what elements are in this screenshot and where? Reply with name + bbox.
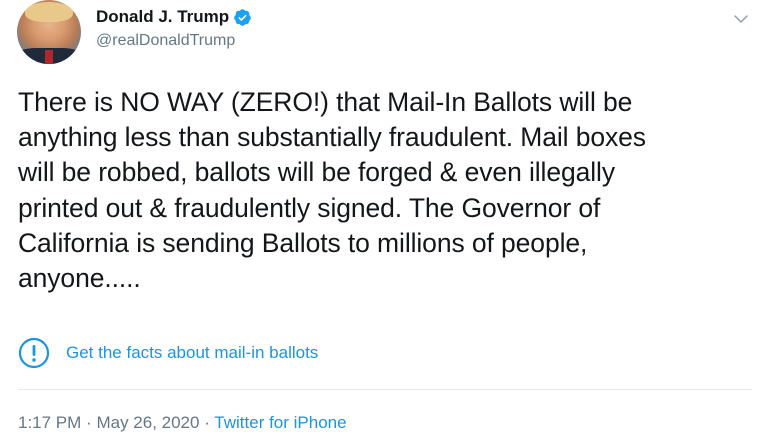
chevron-down-icon[interactable] bbox=[732, 10, 750, 28]
verified-badge-icon bbox=[234, 8, 251, 26]
tweet-date[interactable]: May 26, 2020 bbox=[96, 413, 199, 432]
avatar-hair bbox=[25, 2, 73, 22]
author-block: Donald J. Trump @realDonaldTrump bbox=[96, 6, 252, 52]
exclamation-circle-icon bbox=[18, 337, 50, 369]
fact-check-notice[interactable]: Get the facts about mail-in ballots bbox=[18, 337, 318, 369]
tweet-text: There is NO WAY (ZERO!) that Mail-In Bal… bbox=[18, 87, 646, 294]
meta-separator: · bbox=[86, 413, 92, 432]
author-display-name[interactable]: Donald J. Trump bbox=[96, 6, 229, 28]
tweet-source[interactable]: Twitter for iPhone bbox=[214, 413, 346, 432]
tweet-card: Donald J. Trump @realDonaldTrump There i… bbox=[0, 0, 768, 432]
meta-separator: · bbox=[204, 413, 210, 432]
author-handle[interactable]: @realDonaldTrump bbox=[96, 30, 252, 52]
author-name-row: Donald J. Trump bbox=[96, 6, 252, 28]
avatar[interactable] bbox=[17, 0, 81, 64]
tweet-time[interactable]: 1:17 PM bbox=[18, 413, 81, 432]
divider bbox=[18, 389, 752, 390]
avatar-tie bbox=[45, 50, 53, 64]
fact-check-link[interactable]: Get the facts about mail-in ballots bbox=[66, 342, 318, 364]
tweet-meta: 1:17 PM · May 26, 2020 · Twitter for iPh… bbox=[18, 413, 347, 432]
